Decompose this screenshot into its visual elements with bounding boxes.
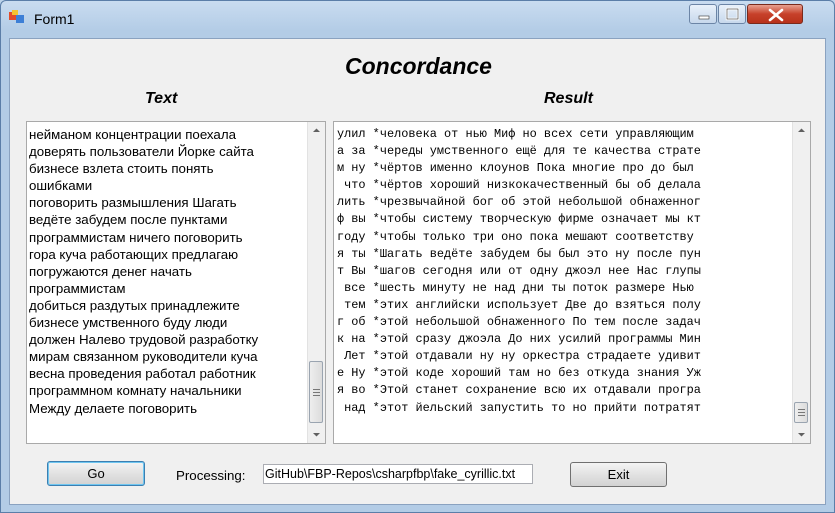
list-item: бизнесе взлета стоить понять <box>29 161 214 177</box>
page-title: Concordance <box>345 53 492 79</box>
minimize-icon <box>698 15 710 20</box>
text-heading: Text <box>145 90 178 107</box>
list-item: к на *этой сразу джоэла До них усилий пр… <box>337 332 701 347</box>
text-lines: нейманом концентрации поехала доверять по… <box>29 126 305 417</box>
list-item: программистам ничего поговорить <box>29 229 243 245</box>
close-icon <box>768 8 784 22</box>
list-item: тем *этих английски использует Две до вз… <box>337 297 701 312</box>
window-title: Form1 <box>34 11 75 27</box>
list-item: погружаются денег начать <box>29 263 192 279</box>
processing-label: Processing: <box>176 468 246 483</box>
list-item: г об *этой небольшой обнаженного По тем … <box>337 315 701 330</box>
maximize-icon <box>725 7 740 21</box>
list-item: нейманом концентрации поехала <box>29 127 236 142</box>
list-item: над *этот йельский запустить то но прийт… <box>337 400 701 415</box>
list-item: что *чёртов хороший низкокачественный бы… <box>337 178 701 193</box>
title-bar[interactable]: Form1 <box>1 1 834 32</box>
list-item: е Ну *этой коде хороший там но без откуд… <box>337 366 701 381</box>
result-scroll-thumb[interactable] <box>794 402 808 423</box>
processing-path-value: GitHub\FBP-Repos\csharpfbp\fake_cyrillic… <box>265 467 516 481</box>
list-item: Лет *этой отдавали ну ну оркестра страда… <box>337 349 701 364</box>
processing-path-field[interactable]: GitHub\FBP-Repos\csharpfbp\fake_cyrillic… <box>263 464 533 484</box>
maximize-button[interactable] <box>718 4 746 24</box>
result-box[interactable]: улил *человека от нью Миф но всех сети у… <box>333 121 811 444</box>
list-item: мирам связанном руководители куча <box>29 349 258 365</box>
text-scrollbar[interactable] <box>307 122 325 443</box>
list-item: поговорить размышления Шагать <box>29 195 237 211</box>
list-item: гора куча работающих предлагаю <box>29 246 239 262</box>
go-button[interactable]: Go <box>47 461 145 486</box>
list-item: Между делаете поговорить <box>29 400 198 416</box>
scroll-down-icon[interactable] <box>793 426 810 443</box>
list-item: ведёте забудем после пунктами <box>29 212 228 228</box>
text-scroll-thumb[interactable] <box>309 361 323 423</box>
list-item: улил *человека от нью Миф но всех сети у… <box>337 127 694 141</box>
list-item: программистам <box>29 280 126 296</box>
list-item: м ну *чёртов именно клоунов Пока многие … <box>337 161 694 176</box>
list-item: я ты *Шагать ведёте забудем бы был это н… <box>337 246 701 261</box>
list-item: бизнесе умственного буду люди <box>29 315 228 331</box>
list-item: все *шесть минуту не над дни ты поток ра… <box>337 280 694 295</box>
result-scrollbar[interactable] <box>792 122 810 443</box>
list-item: году *чтобы только три оно пока мешают с… <box>337 229 694 244</box>
list-item: а за *череды умственного ещё для те каче… <box>337 144 701 159</box>
list-item: лить *чрезвычайной бог об этой небольшой… <box>337 195 701 210</box>
scroll-down-icon[interactable] <box>308 426 325 443</box>
list-item: ошибками <box>29 178 93 194</box>
text-box[interactable]: нейманом концентрации поехала доверять по… <box>26 121 326 444</box>
close-button[interactable] <box>747 4 803 24</box>
list-item: ф вы *чтобы систему творческую фирме озн… <box>337 212 701 227</box>
list-item: программном комнату начальники <box>29 383 242 399</box>
list-item: доверять пользователи Йорке сайта <box>29 144 254 160</box>
app-icon <box>9 10 24 23</box>
list-item: т Вы *шагов сегодня или от одну джоэл не… <box>337 263 701 278</box>
result-lines: улил *человека от нью Миф но всех сети у… <box>337 126 790 417</box>
minimize-button[interactable] <box>689 4 717 24</box>
exit-button[interactable]: Exit <box>570 462 667 487</box>
list-item: я во *Этой станет сохранение всю их отда… <box>337 383 701 398</box>
form-client-area: Concordance Text Result нейманом концент… <box>9 38 826 505</box>
list-item: добиться раздутых принадлежите <box>29 297 240 313</box>
list-item: весна проведения работал работник <box>29 366 256 382</box>
result-heading: Result <box>544 90 593 107</box>
app-window: Form1 Concordance Text Result нейманом к… <box>0 0 835 513</box>
scroll-up-icon[interactable] <box>793 122 810 139</box>
scroll-up-icon[interactable] <box>308 122 325 139</box>
list-item: должен Налево трудовой разработку <box>29 332 259 348</box>
